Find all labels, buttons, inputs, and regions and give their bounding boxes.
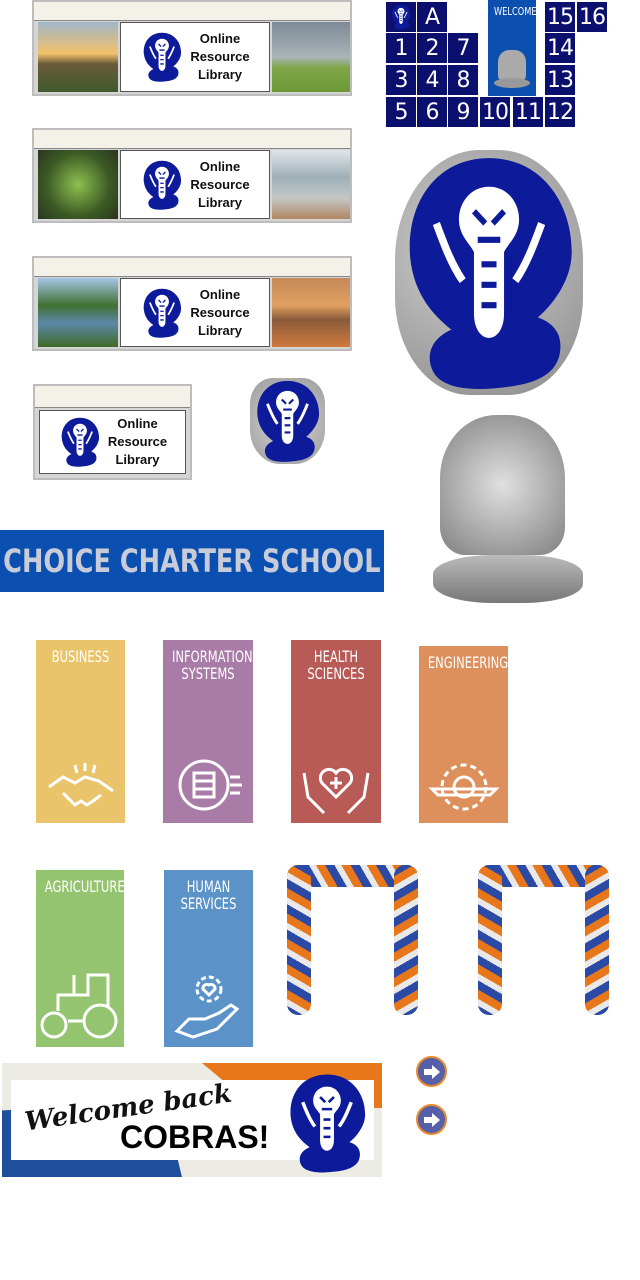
tile-label: INFORMATION [172, 647, 253, 666]
grid-cell-14[interactable]: 14 [545, 33, 575, 63]
tile-label: HEALTH [313, 647, 359, 666]
balloon-arch-1 [287, 865, 418, 1015]
grid-cell-2[interactable]: 2 [417, 33, 447, 63]
label: Online [199, 158, 241, 174]
library-banner-3[interactable]: Online Resource Library [32, 256, 352, 351]
grid-cell-7[interactable]: 7 [448, 33, 478, 63]
sprouts-image [38, 150, 118, 219]
lake-meditation-image [272, 150, 350, 219]
grid-cell-5[interactable]: 5 [386, 97, 416, 127]
lake-trees-image [38, 278, 118, 347]
banner-top-bar [34, 258, 350, 277]
label: Library [115, 452, 160, 467]
welcome-back-banner: Welcome back COBRAS! [2, 1063, 382, 1177]
school-banner: CHOICE CHARTER SCHOOL [0, 530, 384, 592]
cobra-icon [395, 150, 583, 395]
career-tile-engineering[interactable]: ENGINEERING [419, 646, 508, 823]
gear-pencil-icon [427, 763, 500, 811]
grid-cell-9[interactable]: 9 [448, 97, 478, 127]
career-tile-agriculture[interactable]: AGRICULTURE [36, 870, 125, 1047]
grid-cell-15[interactable]: 15 [545, 2, 575, 32]
arrow-right-icon [423, 1112, 440, 1127]
statue-base [494, 78, 530, 88]
rainbow-field-image [272, 22, 350, 92]
hand-heart-icon [173, 975, 239, 1039]
label: Online [199, 31, 241, 46]
tile-label: AGRICULTURE [44, 877, 125, 896]
school-title: CHOICE CHARTER SCHOOL [3, 542, 381, 580]
career-tile-human-services[interactable]: HUMAN SERVICES [164, 870, 253, 1047]
grid-cell-12[interactable]: 12 [545, 97, 575, 127]
label: Resource [107, 434, 168, 449]
grid-cobra-cell[interactable] [386, 2, 416, 32]
handshake-icon [47, 763, 114, 807]
statue-icon [498, 50, 526, 80]
gear-server-icon [178, 759, 242, 811]
cobra-diamond-plate-emblem [395, 150, 583, 395]
label: Resource [190, 304, 250, 320]
banner-top-bar [34, 130, 350, 149]
label: Resource [190, 49, 250, 64]
library-banner-1[interactable]: Online Resource Library [32, 0, 352, 96]
cobra-logo-icon [140, 31, 184, 83]
label: Online [117, 416, 158, 431]
career-tile-business[interactable]: BUSINESS [36, 640, 125, 823]
library-banner-4[interactable]: Online Resource Library [33, 384, 192, 480]
cobra-icon [250, 378, 325, 464]
welcome-panel[interactable]: WELCOME [488, 0, 537, 96]
grid-cell-A[interactable]: A [417, 2, 447, 32]
grid-cell-1[interactable]: 1 [386, 33, 416, 63]
cobra-logo-icon [140, 159, 184, 211]
grid-cell-16[interactable]: 16 [577, 2, 607, 32]
library-card: Online Resource Library [39, 410, 186, 474]
cobra-logo-icon [140, 287, 184, 339]
library-banner-2[interactable]: Online Resource Library [32, 128, 352, 223]
grid-cell-10[interactable]: 10 [480, 97, 510, 127]
grid-cell-11[interactable]: 11 [513, 97, 543, 127]
grid-cell-4[interactable]: 4 [417, 65, 447, 95]
grid-cell-6[interactable]: 6 [417, 97, 447, 127]
tile-label: ENGINEERING [427, 653, 509, 672]
arrow-button-2[interactable] [416, 1104, 447, 1135]
library-card: Online Resource Library [120, 22, 270, 92]
label: Library [197, 194, 243, 210]
library-card: Online Resource Library [120, 278, 270, 347]
tractor-icon [40, 973, 118, 1039]
cobra-statue [425, 415, 585, 607]
cobra-logo-icon [282, 1071, 372, 1175]
cobra-logo-icon [58, 416, 102, 468]
banner-top-bar [34, 2, 350, 21]
arrow-right-icon [423, 1064, 440, 1079]
balloon-arch-2 [478, 865, 609, 1015]
autumn-lake-image [272, 278, 350, 347]
tile-label: HUMAN [186, 877, 231, 896]
banner-top-bar [35, 386, 190, 408]
tile-label: SCIENCES [307, 664, 365, 683]
label: Online [199, 286, 241, 302]
tile-label: BUSINESS [51, 647, 110, 666]
grid-cell-13[interactable]: 13 [545, 65, 575, 95]
small-cobra-emblem [250, 378, 325, 464]
heart-hands-icon [302, 767, 370, 815]
label: Library [197, 322, 243, 338]
career-tile-information-systems[interactable]: INFORMATION SYSTEMS [163, 640, 253, 823]
sunset-valley-image [38, 22, 118, 92]
arrow-button-1[interactable] [416, 1056, 447, 1087]
cobra-icon [389, 4, 413, 30]
cobras-text: COBRAS! [120, 1119, 270, 1155]
tile-label: SERVICES [180, 894, 237, 913]
grid-cell-3[interactable]: 3 [386, 65, 416, 95]
grid-cell-8[interactable]: 8 [448, 65, 478, 95]
label: Library [197, 67, 243, 82]
label: Resource [190, 176, 250, 192]
tile-label: SYSTEMS [181, 664, 235, 683]
library-card: Online Resource Library [120, 150, 270, 219]
career-tile-health-sciences[interactable]: HEALTH SCIENCES [291, 640, 381, 823]
welcome-label: WELCOME [494, 5, 537, 18]
